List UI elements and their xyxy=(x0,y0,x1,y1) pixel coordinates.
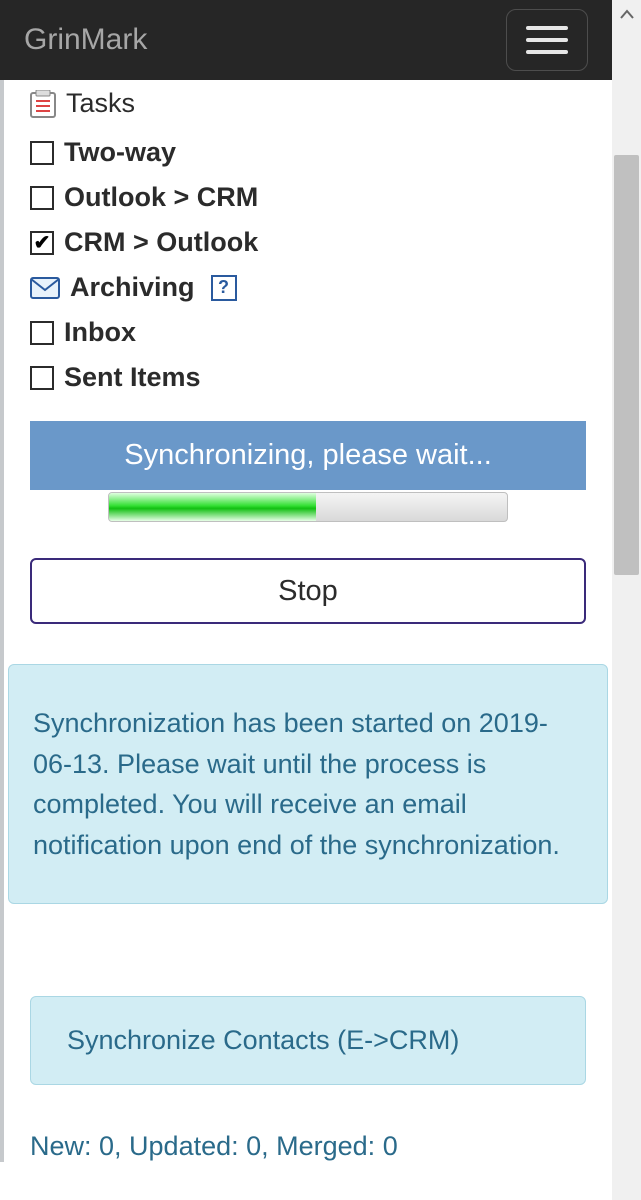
checkbox-sent-items[interactable] xyxy=(30,366,54,390)
section-tasks: Tasks xyxy=(30,88,586,119)
tasks-icon xyxy=(30,90,56,118)
section-archiving-label: Archiving xyxy=(70,272,195,303)
vertical-scrollbar[interactable] xyxy=(612,0,641,1200)
stop-button[interactable]: Stop xyxy=(30,558,586,624)
section-tasks-label: Tasks xyxy=(66,88,135,119)
option-outlook-to-crm[interactable]: Outlook > CRM xyxy=(30,182,586,213)
option-sent-items-label: Sent Items xyxy=(64,362,201,393)
hamburger-menu-button[interactable] xyxy=(506,9,588,71)
option-inbox-label: Inbox xyxy=(64,317,136,348)
option-two-way[interactable]: Two-way xyxy=(30,137,586,168)
option-outlook-to-crm-label: Outlook > CRM xyxy=(64,182,258,213)
navbar: GrinMark xyxy=(0,0,612,80)
sync-info-panel: Synchronization has been started on 2019… xyxy=(8,664,608,904)
mail-icon xyxy=(30,277,60,299)
option-two-way-label: Two-way xyxy=(64,137,176,168)
scroll-thumb[interactable] xyxy=(614,155,639,575)
checkbox-outlook-to-crm[interactable] xyxy=(30,186,54,210)
brand-title[interactable]: GrinMark xyxy=(24,23,147,57)
option-crm-to-outlook[interactable]: ✔ CRM > Outlook xyxy=(30,227,586,258)
sync-counts: New: 0, Updated: 0, Merged: 0 xyxy=(30,1131,586,1162)
sync-job-title: Synchronize Contacts (E->CRM) xyxy=(67,1025,459,1055)
checkbox-inbox[interactable] xyxy=(30,321,54,345)
scroll-up-button[interactable] xyxy=(612,0,641,28)
checkbox-crm-to-outlook[interactable]: ✔ xyxy=(30,231,54,255)
sync-status-banner: Synchronizing, please wait... xyxy=(30,421,586,490)
sync-progress-bar xyxy=(108,492,508,522)
option-inbox[interactable]: Inbox xyxy=(30,317,586,348)
option-crm-to-outlook-label: CRM > Outlook xyxy=(64,227,258,258)
sync-job-panel: Synchronize Contacts (E->CRM) xyxy=(30,996,586,1085)
checkbox-two-way[interactable] xyxy=(30,141,54,165)
section-archiving: Archiving ? xyxy=(30,272,586,303)
option-sent-items[interactable]: Sent Items xyxy=(30,362,586,393)
help-icon[interactable]: ? xyxy=(211,275,237,301)
